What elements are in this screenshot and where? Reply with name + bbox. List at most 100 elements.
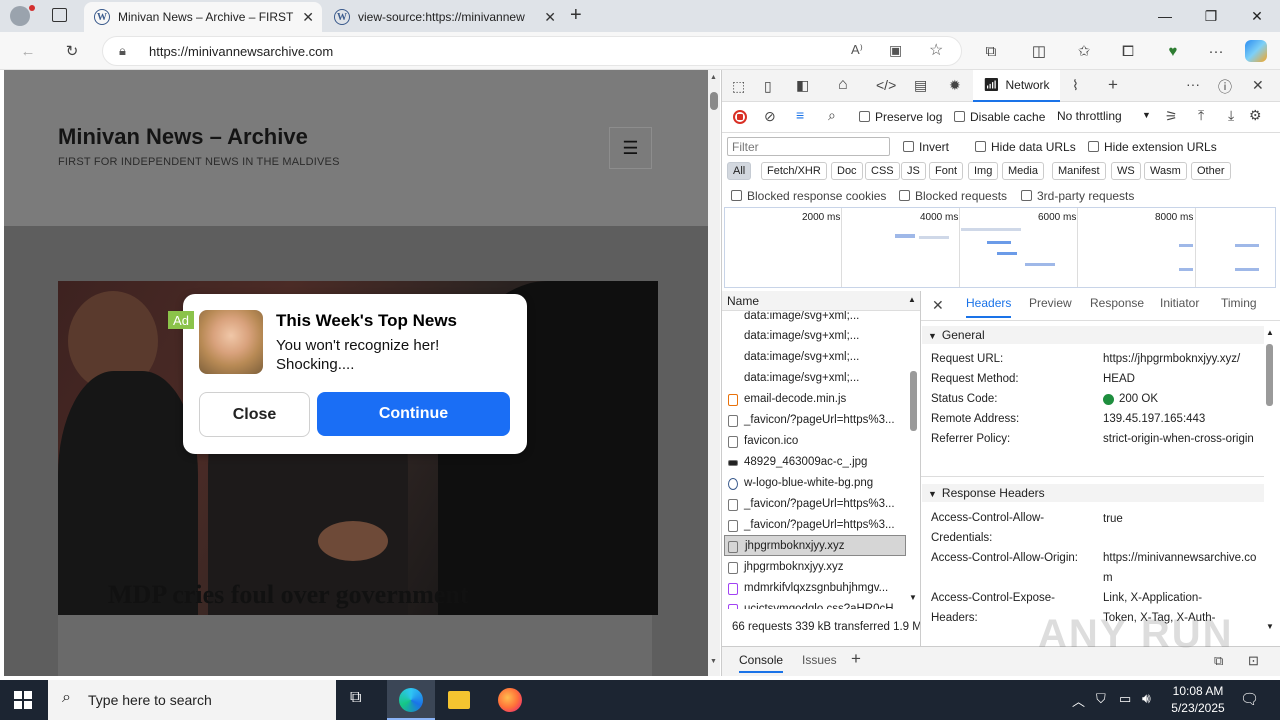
ad-close-button[interactable]: Close xyxy=(199,392,310,437)
close-devtools-icon[interactable]: ✕ xyxy=(1252,77,1264,94)
filter-chip-manifest[interactable]: Manifest xyxy=(1052,162,1106,180)
ad-text[interactable]: You won't recognize her! Shocking.... xyxy=(276,336,476,374)
close-tab-icon[interactable]: ✕ xyxy=(302,9,314,26)
request-list-scrollbar[interactable]: ▼ xyxy=(908,311,920,609)
ad-thumbnail[interactable] xyxy=(199,310,263,374)
header-value[interactable]: https://minivannewsarchive.com xyxy=(1103,548,1263,588)
file-explorer-icon[interactable] xyxy=(448,691,470,709)
elements-icon[interactable]: </> xyxy=(876,77,896,93)
split-screen-icon[interactable]: ◫ xyxy=(1026,39,1052,63)
performance-icon[interactable]: ⌇ xyxy=(1072,77,1079,94)
tab-network[interactable]: 📶︎ Network xyxy=(973,70,1060,102)
header-value[interactable]: 200 OK xyxy=(1119,389,1279,409)
url-text[interactable]: https://minivannewsarchive.com xyxy=(149,44,333,59)
detail-tab-preview[interactable]: Preview xyxy=(1029,296,1072,310)
security-icon[interactable]: ⛉ xyxy=(1096,691,1106,707)
request-row-selected[interactable]: jhpgrmboknxjyy.xyz xyxy=(724,535,906,556)
filter-chip-other[interactable]: Other xyxy=(1191,162,1231,180)
filter-chip-ws[interactable]: WS xyxy=(1111,162,1141,180)
request-row[interactable]: mdmrkifvlqxzsgnbuhjhmgv... xyxy=(724,577,906,598)
ad-title[interactable]: This Week's Top News xyxy=(276,311,457,331)
lock-icon[interactable]: 🔒︎ xyxy=(119,43,126,59)
request-row[interactable]: _favicon/?pageUrl=https%3... xyxy=(724,493,906,514)
request-row[interactable]: favicon.ico xyxy=(724,430,906,451)
third-party-requests-checkbox[interactable]: 3rd-party requests xyxy=(1021,189,1134,203)
taskbar-search-box[interactable]: ⌕ Type here to search xyxy=(48,680,336,720)
filter-chip-media[interactable]: Media xyxy=(1002,162,1044,180)
header-value[interactable]: https://jhpgrmboknxjyy.xyz/ xyxy=(1103,349,1263,369)
request-list[interactable]: data:image/svg+xml;... data:image/svg+xm… xyxy=(722,311,920,609)
filter-chip-img[interactable]: Img xyxy=(968,162,999,180)
firefox-icon[interactable] xyxy=(498,688,522,712)
filter-chip-css[interactable]: CSS xyxy=(865,162,900,180)
scroll-down-icon[interactable]: ▼ xyxy=(909,593,917,602)
header-value[interactable]: true xyxy=(1103,509,1263,529)
close-drawer-icon[interactable]: ⊡ xyxy=(1248,653,1259,669)
volume-icon[interactable]: 🔊︎ xyxy=(1142,690,1151,707)
windows-start-icon[interactable] xyxy=(14,691,32,709)
scroll-up-icon[interactable]: ▲ xyxy=(1266,328,1274,337)
request-list-header[interactable]: Name ▲ xyxy=(722,291,920,311)
general-section-header[interactable]: ▼ General xyxy=(922,326,1264,344)
clear-icon[interactable]: ⊘ xyxy=(764,108,776,125)
request-row[interactable]: data:image/svg+xml;... xyxy=(724,325,906,346)
article-title[interactable]: MDP cries foul over government xyxy=(108,580,469,610)
request-row[interactable]: data:image/svg+xml;... xyxy=(724,311,906,326)
tab-actions-icon[interactable] xyxy=(52,8,67,22)
request-row[interactable]: w-logo-blue-white-bg.png xyxy=(724,472,906,493)
scroll-down-icon[interactable]: ▼ xyxy=(710,658,717,665)
scroll-down-icon[interactable]: ▼ xyxy=(1266,622,1274,631)
help-icon[interactable]: ⓘ xyxy=(1218,77,1232,97)
refresh-icon[interactable]: ↻ xyxy=(59,39,85,63)
record-icon[interactable] xyxy=(733,110,747,124)
immersive-reader-icon[interactable]: ▣ xyxy=(889,42,902,59)
show-hidden-icons-icon[interactable]: ︿ xyxy=(1072,691,1085,710)
throttling-select[interactable]: No throttling ▼ xyxy=(1057,109,1157,123)
customize-menu-icon[interactable]: ··· xyxy=(1186,76,1200,92)
preserve-log-checkbox[interactable]: Preserve log xyxy=(859,110,942,124)
copilot-icon[interactable] xyxy=(1245,40,1267,62)
blocked-requests-checkbox[interactable]: Blocked requests xyxy=(899,189,1007,203)
detail-tab-timing[interactable]: Timing xyxy=(1221,296,1257,310)
drawer-tab-console[interactable]: Console xyxy=(739,653,784,673)
scroll-thumb[interactable] xyxy=(710,92,718,110)
filter-chip-font[interactable]: Font xyxy=(929,162,964,180)
hide-extension-urls-checkbox[interactable]: Hide extension URLs xyxy=(1088,140,1217,154)
response-headers-section-header[interactable]: ▼ Response Headers xyxy=(922,484,1264,502)
request-row[interactable]: email-decode.min.js xyxy=(724,388,906,409)
scroll-thumb[interactable] xyxy=(1266,344,1273,406)
inspect-element-icon[interactable]: ⬚ xyxy=(732,78,745,95)
ad-continue-button[interactable]: Continue xyxy=(317,392,510,436)
more-options-icon[interactable]: ··· xyxy=(1203,39,1229,63)
notifications-icon[interactable]: 🗨︎ xyxy=(1240,690,1259,708)
network-icon[interactable]: ▭ xyxy=(1119,691,1131,707)
filter-chip-all[interactable]: All xyxy=(727,162,752,180)
filter-chip-doc[interactable]: Doc xyxy=(831,162,863,180)
export-har-icon[interactable]: ⤓ xyxy=(1228,107,1234,124)
request-row[interactable]: data:image/svg+xml;... xyxy=(724,346,906,367)
detail-scrollbar[interactable]: ▲ ▼ xyxy=(1264,326,1276,636)
scroll-up-icon[interactable]: ▲ xyxy=(710,74,717,81)
drawer-add-tab-icon[interactable]: + xyxy=(851,649,861,669)
close-window-icon[interactable]: ✕ xyxy=(1234,0,1280,32)
header-value[interactable]: strict-origin-when-cross-origin xyxy=(1103,429,1263,449)
sources-bug-icon[interactable]: ✹ xyxy=(949,77,961,94)
hide-data-urls-checkbox[interactable]: Hide data URLs xyxy=(975,140,1076,154)
import-har-icon[interactable]: ⤒ xyxy=(1198,107,1204,124)
drawer-tab-issues[interactable]: Issues xyxy=(802,653,837,667)
url-box[interactable]: 🔒︎ https://minivannewsarchive.com A⁾ ▣ ☆ xyxy=(102,36,962,66)
restore-icon[interactable]: ❐ xyxy=(1188,0,1234,32)
collections-icon[interactable]: ⧠ xyxy=(1115,39,1141,63)
filter-chip-js[interactable]: JS xyxy=(901,162,926,180)
menu-toggle-button[interactable]: ☰ xyxy=(609,127,652,169)
favorites-icon[interactable]: ✩ xyxy=(1071,39,1097,63)
more-tools-plus-icon[interactable]: + xyxy=(1108,75,1118,95)
welcome-home-icon[interactable]: ⌂ xyxy=(838,76,848,94)
scroll-up-icon[interactable]: ▲ xyxy=(908,295,916,304)
scroll-thumb[interactable] xyxy=(910,371,917,431)
disable-cache-checkbox[interactable]: Disable cache xyxy=(954,110,1045,124)
favorite-star-icon[interactable]: ☆ xyxy=(929,40,943,60)
detail-tab-headers[interactable]: Headers xyxy=(966,296,1012,318)
detail-tab-initiator[interactable]: Initiator xyxy=(1160,296,1199,310)
filter-icon[interactable]: ≡ xyxy=(796,107,804,123)
